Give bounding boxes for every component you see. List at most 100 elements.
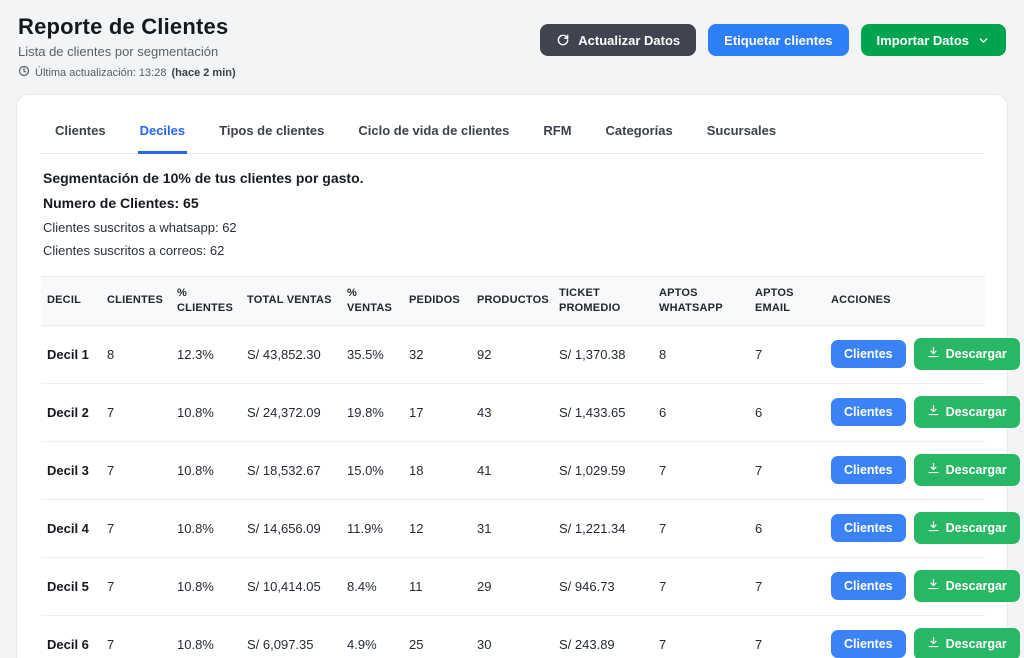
table-row: Decil 5 7 10.8% S/ 10,414.05 8.4% 11 29 … bbox=[41, 557, 985, 615]
last-update-ago: (hace 2 min) bbox=[171, 67, 235, 79]
cell-pct-clientes: 10.8% bbox=[171, 383, 241, 441]
page-subtitle: Lista de clientes por segmentación bbox=[18, 44, 236, 59]
cell-pct-ventas: 11.9% bbox=[341, 499, 403, 557]
cell-aptos-whatsapp: 6 bbox=[653, 383, 749, 441]
cell-pct-clientes: 10.8% bbox=[171, 499, 241, 557]
table-row: Decil 1 8 12.3% S/ 43,852.30 35.5% 32 92… bbox=[41, 325, 985, 383]
clients-count: Numero de Clientes: 65 bbox=[43, 195, 981, 211]
cell-pct-clientes: 10.8% bbox=[171, 441, 241, 499]
cell-pedidos: 25 bbox=[403, 615, 471, 658]
col-pedidos: Pedidos bbox=[403, 277, 471, 326]
page-header: Reporte de Clientes Lista de clientes po… bbox=[0, 0, 1024, 80]
download-icon bbox=[927, 346, 940, 362]
table-row: Decil 6 7 10.8% S/ 6,097.35 4.9% 25 30 S… bbox=[41, 615, 985, 658]
row-actions: Clientes Descargar bbox=[831, 338, 979, 370]
summary-block: Segmentación de 10% de tus clientes por … bbox=[41, 154, 983, 268]
col-acciones: Acciones bbox=[825, 277, 985, 326]
cell-aptos-whatsapp: 7 bbox=[653, 441, 749, 499]
row-descargar-button[interactable]: Descargar bbox=[914, 570, 1020, 602]
row-descargar-button[interactable]: Descargar bbox=[914, 512, 1020, 544]
col-pct-clientes: % Clientes bbox=[171, 277, 241, 326]
col-total-ventas: Total Ventas bbox=[241, 277, 341, 326]
cell-pedidos: 18 bbox=[403, 441, 471, 499]
cell-aptos-email: 7 bbox=[749, 325, 825, 383]
chevron-down-icon bbox=[977, 34, 990, 47]
page-title: Reporte de Clientes bbox=[18, 14, 236, 40]
cell-clientes: 7 bbox=[101, 557, 171, 615]
row-clientes-button[interactable]: Clientes bbox=[831, 572, 906, 601]
row-descargar-button[interactable]: Descargar bbox=[914, 338, 1020, 370]
tag-clients-button[interactable]: Etiquetar clientes bbox=[708, 24, 848, 56]
import-data-button[interactable]: Importar Datos bbox=[861, 24, 1006, 56]
row-descargar-button[interactable]: Descargar bbox=[914, 396, 1020, 428]
row-actions: Clientes Descargar bbox=[831, 570, 979, 602]
cell-total-ventas: S/ 18,532.67 bbox=[241, 441, 341, 499]
cell-aptos-whatsapp: 7 bbox=[653, 499, 749, 557]
header-actions: Actualizar Datos Etiquetar clientes Impo… bbox=[540, 24, 1006, 56]
download-icon bbox=[927, 462, 940, 478]
col-ticket-promedio: Ticket Promedio bbox=[553, 277, 653, 326]
last-update: Última actualización: 13:28 (hace 2 min) bbox=[18, 65, 236, 80]
row-clientes-button[interactable]: Clientes bbox=[831, 456, 906, 485]
row-descargar-button[interactable]: Descargar bbox=[914, 454, 1020, 486]
tab-tipos-de-clientes[interactable]: Tipos de clientes bbox=[217, 117, 326, 154]
cell-decil: Decil 4 bbox=[41, 499, 101, 557]
tab-ciclo-de-vida[interactable]: Ciclo de vida de clientes bbox=[356, 117, 511, 154]
cell-total-ventas: S/ 14,656.09 bbox=[241, 499, 341, 557]
table-row: Decil 4 7 10.8% S/ 14,656.09 11.9% 12 31… bbox=[41, 499, 985, 557]
refresh-data-button[interactable]: Actualizar Datos bbox=[540, 24, 696, 56]
col-productos: Productos bbox=[471, 277, 553, 326]
col-clientes: Clientes bbox=[101, 277, 171, 326]
cell-aptos-whatsapp: 8 bbox=[653, 325, 749, 383]
deciles-table: Decil Clientes % Clientes Total Ventas %… bbox=[41, 276, 985, 658]
download-icon bbox=[927, 578, 940, 594]
row-descargar-button[interactable]: Descargar bbox=[914, 628, 1020, 658]
cell-pct-clientes: 10.8% bbox=[171, 557, 241, 615]
cell-aptos-email: 7 bbox=[749, 557, 825, 615]
cell-productos: 31 bbox=[471, 499, 553, 557]
cell-ticket-promedio: S/ 1,029.59 bbox=[553, 441, 653, 499]
cell-aptos-email: 6 bbox=[749, 383, 825, 441]
cell-pedidos: 11 bbox=[403, 557, 471, 615]
cell-aptos-email: 6 bbox=[749, 499, 825, 557]
cell-pct-clientes: 10.8% bbox=[171, 615, 241, 658]
cell-pct-ventas: 15.0% bbox=[341, 441, 403, 499]
tab-sucursales[interactable]: Sucursales bbox=[705, 117, 778, 154]
row-clientes-button[interactable]: Clientes bbox=[831, 630, 906, 658]
tab-deciles[interactable]: Deciles bbox=[138, 117, 188, 154]
last-update-text: Última actualización: 13:28 bbox=[35, 67, 166, 79]
row-clientes-button[interactable]: Clientes bbox=[831, 340, 906, 369]
table-row: Decil 2 7 10.8% S/ 24,372.09 19.8% 17 43… bbox=[41, 383, 985, 441]
clock-icon bbox=[18, 65, 30, 80]
cell-productos: 43 bbox=[471, 383, 553, 441]
whatsapp-subscribers: Clientes suscritos a whatsapp: 62 bbox=[43, 220, 981, 235]
cell-ticket-promedio: S/ 1,433.65 bbox=[553, 383, 653, 441]
cell-decil: Decil 5 bbox=[41, 557, 101, 615]
cell-aptos-whatsapp: 7 bbox=[653, 557, 749, 615]
col-aptos-email: Aptos Email bbox=[749, 277, 825, 326]
tab-rfm[interactable]: RFM bbox=[541, 117, 573, 154]
table-row: Decil 3 7 10.8% S/ 18,532.67 15.0% 18 41… bbox=[41, 441, 985, 499]
cell-total-ventas: S/ 10,414.05 bbox=[241, 557, 341, 615]
row-actions: Clientes Descargar bbox=[831, 628, 979, 658]
tab-categorias[interactable]: Categorías bbox=[604, 117, 675, 154]
cell-aptos-whatsapp: 7 bbox=[653, 615, 749, 658]
cell-decil: Decil 1 bbox=[41, 325, 101, 383]
tab-clientes[interactable]: Clientes bbox=[53, 117, 108, 154]
download-icon bbox=[927, 520, 940, 536]
cell-clientes: 7 bbox=[101, 499, 171, 557]
cell-pedidos: 17 bbox=[403, 383, 471, 441]
cell-productos: 29 bbox=[471, 557, 553, 615]
email-subscribers: Clientes suscritos a correos: 62 bbox=[43, 243, 981, 258]
cell-decil: Decil 3 bbox=[41, 441, 101, 499]
cell-clientes: 7 bbox=[101, 615, 171, 658]
cell-productos: 41 bbox=[471, 441, 553, 499]
row-clientes-button[interactable]: Clientes bbox=[831, 398, 906, 427]
cell-ticket-promedio: S/ 1,370.38 bbox=[553, 325, 653, 383]
report-card: Clientes Deciles Tipos de clientes Ciclo… bbox=[16, 94, 1008, 658]
cell-pct-ventas: 35.5% bbox=[341, 325, 403, 383]
cell-clientes: 7 bbox=[101, 441, 171, 499]
row-clientes-button[interactable]: Clientes bbox=[831, 514, 906, 543]
col-decil: Decil bbox=[41, 277, 101, 326]
cell-ticket-promedio: S/ 1,221.34 bbox=[553, 499, 653, 557]
